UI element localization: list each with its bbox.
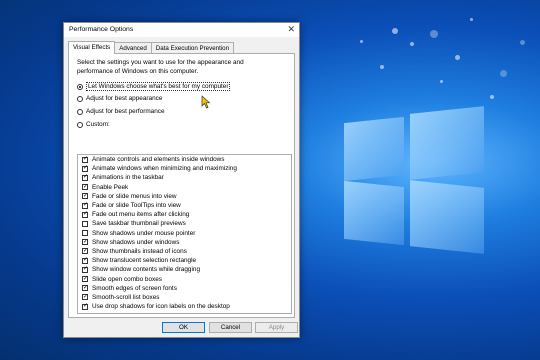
effect-checkbox[interactable] [82,202,88,209]
ok-button[interactable]: OK [162,322,205,333]
radio-custom[interactable]: Custom: [77,121,110,128]
effect-label: Fade or slide menus into view [92,192,177,200]
effect-checkbox[interactable] [82,211,88,218]
tab-data-execution-prevention[interactable]: Data Execution Prevention [150,42,235,53]
apply-button[interactable]: Apply [255,322,298,333]
tab-visual-effects[interactable]: Visual Effects [68,41,116,54]
radio-label: Adjust for best appearance [86,95,163,102]
effect-label: Animate windows when minimizing and maxi… [92,165,237,173]
effect-label: Save taskbar thumbnail previews [92,220,186,228]
close-icon[interactable]: ✕ [287,24,295,35]
effect-item[interactable]: Show thumbnails instead of icons [78,247,291,256]
radio-let-windows-choose[interactable]: Let Windows choose what's best for my co… [77,82,231,91]
effect-item[interactable]: Smooth-scroll list boxes [78,293,291,302]
effect-item[interactable]: Fade or slide ToolTips into view [78,201,291,210]
effect-item[interactable]: Animate windows when minimizing and maxi… [78,164,291,173]
effect-label: Show shadows under mouse pointer [92,229,196,237]
effect-checkbox[interactable] [82,220,88,227]
radio-button[interactable] [77,121,83,128]
effect-item[interactable]: Fade out menu items after clicking [78,210,291,219]
effect-item[interactable]: Show window contents while dragging [78,265,291,274]
effect-label: Slide open combo boxes [92,275,162,283]
effect-item[interactable]: Animations in the taskbar [78,173,291,182]
radio-button[interactable] [77,108,83,115]
effect-item[interactable]: Show shadows under mouse pointer [78,229,291,238]
effect-item[interactable]: Smooth edges of screen fonts [78,284,291,293]
effect-checkbox[interactable] [82,294,88,301]
radio-label: Let Windows choose what's best for my co… [86,82,231,91]
effect-item[interactable]: Animate controls and elements inside win… [78,155,291,164]
effect-item[interactable]: Fade or slide menus into view [78,192,291,201]
effect-checkbox[interactable] [82,184,88,191]
description-text: Select the settings you want to use for … [77,59,244,75]
effect-checkbox[interactable] [82,230,88,237]
radio-best-appearance[interactable]: Adjust for best appearance [77,95,162,102]
effect-checkbox[interactable] [82,193,88,200]
dialog-buttons: OK Cancel Apply [64,320,299,334]
effect-label: Animations in the taskbar [92,174,164,182]
radio-label: Custom: [86,121,110,128]
radio-button[interactable] [77,83,83,90]
tab-strip: Visual Effects Advanced Data Execution P… [68,41,235,54]
effect-checkbox[interactable] [82,285,88,292]
effect-item[interactable]: Use drop shadows for icon labels on the … [78,302,291,311]
radio-best-performance[interactable]: Adjust for best performance [77,108,165,115]
effect-item[interactable]: Show shadows under windows [78,238,291,247]
effect-checkbox[interactable] [82,165,88,172]
effect-checkbox[interactable] [82,239,88,246]
effect-label: Smooth edges of screen fonts [92,284,177,292]
effect-label: Use drop shadows for icon labels on the … [92,303,230,311]
effect-label: Fade out menu items after clicking [92,211,190,219]
dialog-title: Performance Options [69,26,134,33]
effect-checkbox[interactable] [82,248,88,255]
performance-options-dialog: Performance Options ✕ Visual Effects Adv… [63,22,300,338]
effect-label: Show thumbnails instead of icons [92,247,187,255]
effect-label: Smooth-scroll list boxes [92,293,160,301]
effect-label: Show translucent selection rectangle [92,257,197,265]
effect-item[interactable]: Enable Peek [78,183,291,192]
radio-label: Adjust for best performance [86,108,165,115]
effect-checkbox[interactable] [82,156,88,163]
tab-advanced[interactable]: Advanced [114,42,152,53]
effect-checkbox[interactable] [82,257,88,264]
effect-item[interactable]: Slide open combo boxes [78,274,291,283]
cancel-button[interactable]: Cancel [209,322,252,333]
effect-item[interactable]: Show translucent selection rectangle [78,256,291,265]
title-bar: Performance Options ✕ [64,23,299,37]
visual-effects-panel: Select the settings you want to use for … [68,53,295,318]
radio-button[interactable] [77,95,83,102]
effect-label: Show shadows under windows [92,238,180,246]
effect-label: Animate controls and elements inside win… [92,156,225,164]
effect-label: Show window contents while dragging [92,266,200,274]
mouse-pointer-icon [201,95,211,109]
visual-effects-list[interactable]: Animate controls and elements inside win… [77,154,292,314]
effect-label: Enable Peek [92,183,129,191]
effect-checkbox[interactable] [82,266,88,273]
effect-checkbox[interactable] [82,276,88,283]
windows-logo-icon [334,100,494,254]
effect-checkbox[interactable] [82,303,88,310]
effect-item[interactable]: Save taskbar thumbnail previews [78,219,291,228]
effect-label: Fade or slide ToolTips into view [92,202,181,210]
effect-checkbox[interactable] [82,174,88,181]
